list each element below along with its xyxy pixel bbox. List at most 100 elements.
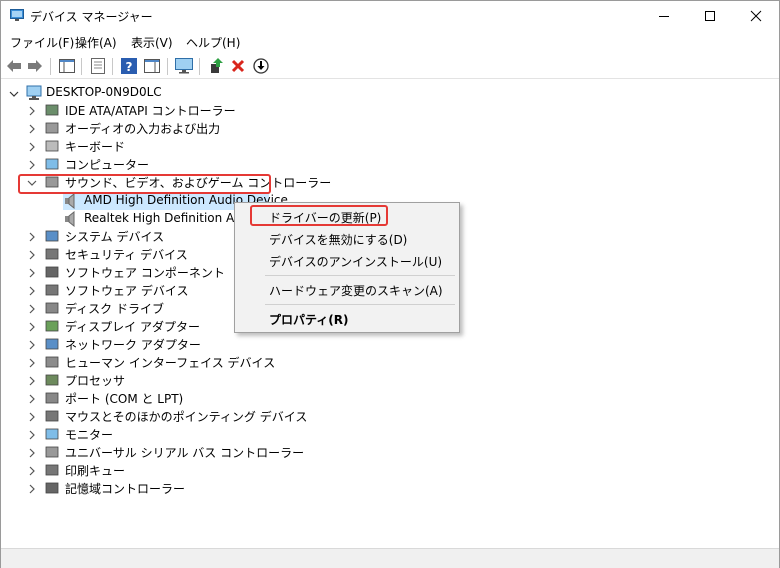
chevron-right-icon[interactable] bbox=[27, 232, 37, 242]
back-button[interactable] bbox=[5, 57, 23, 75]
tree-category-label[interactable]: ヒューマン インターフェイス デバイス bbox=[65, 354, 275, 371]
menu-disable-device[interactable]: デバイスを無効にする(D) bbox=[269, 231, 407, 248]
chevron-right-icon[interactable] bbox=[27, 106, 37, 116]
tree-category-label[interactable]: ディスク ドライブ bbox=[65, 300, 164, 317]
chevron-right-icon[interactable] bbox=[27, 340, 37, 350]
tree-category-label[interactable]: キーボード bbox=[65, 138, 125, 155]
tree-category-label[interactable]: ディスプレイ アダプター bbox=[65, 318, 200, 335]
help-button[interactable]: ? bbox=[120, 57, 138, 75]
chevron-right-icon[interactable] bbox=[27, 466, 37, 476]
console-tree-button[interactable] bbox=[58, 57, 76, 75]
tree-root-label[interactable]: DESKTOP-0N9D0LC bbox=[46, 85, 162, 99]
port-icon bbox=[45, 392, 59, 404]
download-button[interactable] bbox=[252, 57, 270, 75]
keyboard-icon bbox=[45, 140, 59, 152]
computer-icon bbox=[45, 158, 59, 170]
menu-uninstall-device[interactable]: デバイスのアンインストール(U) bbox=[269, 253, 442, 270]
tree-category-label[interactable]: 印刷キュー bbox=[65, 462, 125, 479]
printer-icon bbox=[45, 464, 59, 476]
chevron-down-icon[interactable] bbox=[9, 89, 19, 99]
minimize-icon bbox=[659, 16, 669, 17]
chevron-right-icon[interactable] bbox=[27, 268, 37, 278]
chevron-right-icon[interactable] bbox=[27, 430, 37, 440]
close-icon bbox=[750, 10, 762, 22]
monitor-icon bbox=[45, 428, 59, 440]
menu-scan-hardware[interactable]: ハードウェア変更のスキャン(A) bbox=[269, 282, 443, 299]
mouse-icon bbox=[45, 410, 59, 422]
menu-action[interactable]: 操作(A) bbox=[75, 34, 117, 51]
menu-view[interactable]: 表示(V) bbox=[131, 34, 173, 51]
status-bar bbox=[1, 548, 779, 568]
tree-category-label[interactable]: プロセッサ bbox=[65, 372, 125, 389]
help-icon: ? bbox=[121, 58, 137, 74]
audio-io-icon bbox=[45, 122, 59, 134]
toolbar: ? bbox=[1, 54, 779, 79]
highlight-box-update-driver bbox=[250, 205, 388, 226]
chevron-right-icon[interactable] bbox=[27, 376, 37, 386]
update-driver-button[interactable] bbox=[207, 57, 225, 75]
device-manager-app-icon bbox=[10, 9, 24, 21]
chevron-right-icon[interactable] bbox=[27, 358, 37, 368]
tree-category-label[interactable]: ソフトウェア コンポーネント bbox=[65, 264, 225, 281]
tree-category-label[interactable]: ネットワーク アダプター bbox=[65, 336, 201, 353]
tree-category-label[interactable]: 記憶域コントローラー bbox=[65, 480, 185, 497]
monitor-icon bbox=[175, 58, 193, 74]
uninstall-button[interactable] bbox=[229, 57, 247, 75]
scan-hardware-button[interactable] bbox=[175, 57, 193, 75]
disk-drive-icon bbox=[45, 302, 59, 314]
action-pane-icon bbox=[144, 59, 160, 73]
software-component-icon bbox=[45, 266, 59, 278]
chevron-right-icon[interactable] bbox=[27, 124, 37, 134]
tree-category-label[interactable]: マウスとそのほかのポインティング デバイス bbox=[65, 408, 307, 425]
action-pane-button[interactable] bbox=[143, 57, 161, 75]
menu-bar: ファイル(F) 操作(A) 表示(V) ヘルプ(H) bbox=[1, 32, 779, 52]
window-title: デバイス マネージャー bbox=[30, 10, 153, 24]
tree-category-label[interactable]: IDE ATA/ATAPI コントローラー bbox=[65, 102, 236, 119]
tree-category-label[interactable]: モニター bbox=[65, 426, 113, 443]
forward-button[interactable] bbox=[26, 57, 44, 75]
tree-category-label[interactable]: システム デバイス bbox=[65, 228, 164, 245]
chevron-right-icon[interactable] bbox=[27, 160, 37, 170]
chevron-right-icon[interactable] bbox=[27, 250, 37, 260]
tree-category-label[interactable]: セキュリティ デバイス bbox=[65, 246, 188, 263]
ide-controller-icon bbox=[45, 104, 59, 116]
chevron-right-icon[interactable] bbox=[27, 304, 37, 314]
forward-arrow-icon bbox=[28, 60, 42, 72]
usb-controller-icon bbox=[45, 446, 59, 458]
processor-icon bbox=[45, 374, 59, 386]
tree-category-label[interactable]: オーディオの入力および出力 bbox=[65, 120, 220, 137]
download-icon bbox=[253, 58, 269, 74]
chevron-right-icon[interactable] bbox=[27, 412, 37, 422]
maximize-icon bbox=[705, 11, 715, 21]
close-button[interactable] bbox=[733, 1, 779, 31]
chevron-right-icon[interactable] bbox=[27, 322, 37, 332]
title-bar[interactable]: デバイス マネージャー bbox=[1, 1, 779, 31]
menu-file[interactable]: ファイル(F) bbox=[10, 34, 74, 51]
tree-category-label[interactable]: ポート (COM と LPT) bbox=[65, 390, 183, 407]
speaker-icon bbox=[65, 211, 75, 227]
uninstall-icon bbox=[231, 59, 245, 73]
system-device-icon bbox=[45, 230, 59, 242]
highlight-box-sound-category bbox=[18, 174, 271, 194]
tree-category-label[interactable]: コンピューター bbox=[65, 156, 149, 173]
network-adapter-icon bbox=[45, 338, 59, 350]
update-driver-icon bbox=[211, 58, 223, 73]
computer-icon bbox=[26, 85, 42, 100]
svg-text:?: ? bbox=[126, 60, 133, 74]
back-arrow-icon bbox=[7, 60, 21, 72]
chevron-right-icon[interactable] bbox=[27, 286, 37, 296]
speaker-icon bbox=[65, 193, 75, 209]
menu-help[interactable]: ヘルプ(H) bbox=[186, 34, 240, 51]
chevron-right-icon[interactable] bbox=[27, 394, 37, 404]
menu-properties[interactable]: プロパティ(R) bbox=[269, 311, 349, 328]
tree-category-label[interactable]: ソフトウェア デバイス bbox=[65, 282, 188, 299]
properties-button[interactable] bbox=[89, 57, 107, 75]
tree-category-label[interactable]: ユニバーサル シリアル バス コントローラー bbox=[65, 444, 304, 461]
chevron-right-icon[interactable] bbox=[27, 484, 37, 494]
maximize-button[interactable] bbox=[687, 1, 733, 31]
show-hide-console-tree-icon bbox=[59, 59, 75, 73]
chevron-right-icon[interactable] bbox=[27, 448, 37, 458]
chevron-right-icon[interactable] bbox=[27, 142, 37, 152]
hid-icon bbox=[45, 356, 59, 368]
minimize-button[interactable] bbox=[641, 1, 687, 31]
